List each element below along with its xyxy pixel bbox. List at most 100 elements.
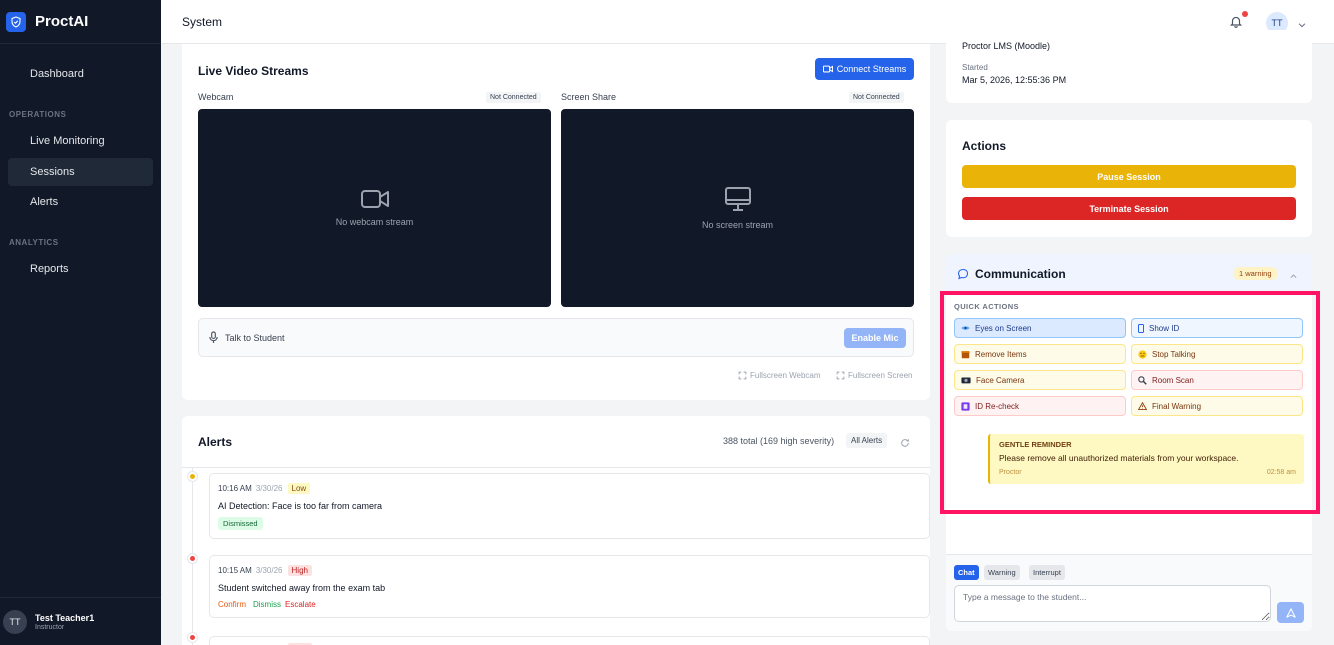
- divider: [182, 467, 930, 468]
- chat-bubble-icon: [957, 267, 969, 285]
- webcam-status-badge: Not Connected: [486, 92, 541, 103]
- quick-action-label: ID Re-check: [975, 401, 1020, 411]
- avatar: TT: [3, 609, 27, 634]
- quick-action-id-recheck[interactable]: ID Re-check: [954, 396, 1126, 416]
- chevron-up-icon[interactable]: [1289, 268, 1298, 286]
- alert-date: 3/30/26: [255, 484, 283, 493]
- sidebar-item-dashboard[interactable]: Dashboard: [8, 60, 153, 88]
- tab-chat[interactable]: Chat: [954, 565, 979, 580]
- alert-time: 10:16 AM: [218, 484, 252, 493]
- warning-count-badge: 1 warning: [1233, 267, 1278, 280]
- pause-session-button[interactable]: Pause Session: [962, 165, 1296, 188]
- reminder-title: GENTLE REMINDER: [999, 440, 1072, 449]
- expand-icon: [738, 371, 747, 380]
- quick-action-label: Final Warning: [1152, 401, 1202, 411]
- actions-title: Actions: [962, 139, 1007, 153]
- quick-action-label: Remove Items: [975, 349, 1027, 359]
- sidebar-item-sessions[interactable]: Sessions: [8, 158, 153, 186]
- confirm-link[interactable]: Confirm: [218, 600, 246, 609]
- fullscreen-webcam-link[interactable]: Fullscreen Webcam: [738, 371, 821, 380]
- user-profile[interactable]: TT Test Teacher1 Instructor: [0, 597, 161, 645]
- alert-time: 10:15 AM: [218, 566, 252, 575]
- webcam-stream[interactable]: No webcam stream: [198, 109, 551, 307]
- severity-badge: Low: [287, 483, 311, 494]
- video-camera-icon: [360, 190, 389, 208]
- started-label: Started: [962, 63, 988, 72]
- timeline-dot-high: [188, 554, 197, 563]
- quick-action-label: Stop Talking: [1152, 349, 1196, 359]
- send-icon: [1285, 607, 1296, 618]
- message-composer: Chat Warning Interrupt: [946, 554, 1312, 631]
- fullscreen-webcam-label: Fullscreen Webcam: [750, 371, 821, 380]
- shield-logo-icon: [6, 11, 26, 32]
- quick-action-face-camera[interactable]: Face Camera: [954, 370, 1126, 390]
- reminder-text: Please remove all unauthorized materials…: [999, 453, 1239, 463]
- quick-action-eyes-on-screen[interactable]: Eyes on Screen: [954, 318, 1126, 338]
- connect-streams-label: Connect Streams: [836, 64, 907, 74]
- eye-icon: [961, 326, 970, 330]
- magnifier-icon: [1138, 375, 1147, 385]
- user-role: Instructor: [35, 623, 65, 631]
- microphone-icon: [209, 331, 218, 343]
- communication-title: Communication: [975, 267, 1066, 281]
- section-operations: OPERATIONS: [9, 110, 67, 119]
- monitor-icon: [724, 187, 751, 211]
- communication-card: Communication 1 warning QUICK ACTIONS Ey…: [946, 254, 1312, 631]
- alert-item[interactable]: [209, 636, 930, 645]
- tab-warning[interactable]: Warning: [984, 565, 1020, 580]
- quick-action-label: Show ID: [1149, 323, 1180, 333]
- send-button[interactable]: [1277, 602, 1304, 623]
- alert-title: AI Detection: Face is too far from camer…: [218, 501, 383, 511]
- reminder-time: 02:58 am: [1266, 469, 1296, 476]
- quick-action-final-warning[interactable]: Final Warning: [1131, 396, 1303, 416]
- sidebar-item-reports[interactable]: Reports: [8, 255, 153, 283]
- enable-mic-button[interactable]: Enable Mic: [844, 328, 906, 348]
- terminate-session-button[interactable]: Terminate Session: [962, 197, 1296, 220]
- face-icon: [1138, 349, 1147, 359]
- started-value: Mar 5, 2026, 12:55:36 PM: [962, 75, 1067, 85]
- webcam-label: Webcam: [198, 92, 234, 102]
- sidebar: ProctAI Dashboard OPERATIONS Live Monito…: [0, 0, 161, 645]
- connect-streams-button[interactable]: Connect Streams: [815, 58, 914, 80]
- message-input[interactable]: [954, 585, 1271, 622]
- escalate-link[interactable]: Escalate: [285, 600, 316, 609]
- fullscreen-screen-link[interactable]: Fullscreen Screen: [836, 371, 912, 380]
- screen-share-stream[interactable]: No screen stream: [561, 109, 914, 307]
- app-name: ProctAI: [35, 13, 89, 30]
- video-streams-card: Live Video Streams Connect Streams Webca…: [182, 44, 930, 400]
- dismiss-link[interactable]: Dismiss: [253, 600, 281, 609]
- screen-share-label: Screen Share: [561, 92, 617, 102]
- section-analytics: ANALYTICS: [9, 238, 59, 247]
- alerts-summary: 388 total (169 high severity): [723, 436, 835, 446]
- communication-header[interactable]: Communication 1 warning: [946, 254, 1312, 291]
- sidebar-item-live-monitoring[interactable]: Live Monitoring: [8, 127, 153, 155]
- id-badge-icon: [961, 401, 970, 411]
- screen-empty-text: No screen stream: [701, 220, 774, 230]
- page-title: System: [182, 14, 223, 29]
- alert-item[interactable]: 10:16 AM 3/30/26 Low AI Detection: Face is…: [209, 473, 930, 539]
- session-info-card: Proctor LMS (Moodle) Started Mar 5, 2026…: [946, 30, 1312, 103]
- reminder-sender: Proctor: [999, 469, 1022, 476]
- video-streams-title: Live Video Streams: [198, 64, 309, 78]
- sidebar-item-alerts[interactable]: Alerts: [8, 188, 153, 216]
- quick-action-stop-talking[interactable]: Stop Talking: [1131, 344, 1303, 364]
- tab-interrupt[interactable]: Interrupt: [1029, 565, 1065, 580]
- quick-action-room-scan[interactable]: Room Scan: [1131, 370, 1303, 390]
- notification-dot: [1242, 11, 1248, 17]
- quick-action-show-id[interactable]: Show ID: [1131, 318, 1303, 338]
- quick-action-remove-items[interactable]: Remove Items: [954, 344, 1126, 364]
- fullscreen-screen-label: Fullscreen Screen: [848, 371, 913, 380]
- talk-to-student-label: Talk to Student: [225, 332, 285, 343]
- reminder-message: GENTLE REMINDER Please remove all unauth…: [988, 434, 1304, 484]
- status-badge: Dismissed: [218, 517, 263, 530]
- all-alerts-filter[interactable]: All Alerts: [846, 433, 888, 448]
- actions-card: Actions Pause Session Terminate Session: [946, 120, 1312, 237]
- id-card-icon: [1138, 323, 1144, 333]
- quick-action-label: Face Camera: [976, 375, 1025, 385]
- refresh-icon[interactable]: [900, 435, 910, 453]
- alert-title: Student switched away from the exam tab: [218, 583, 386, 593]
- brand[interactable]: ProctAI: [0, 0, 161, 44]
- session-platform: Proctor LMS (Moodle): [962, 41, 1051, 51]
- alert-item[interactable]: 10:15 AM 3/30/26 High Student switched awa…: [209, 555, 930, 618]
- user-name: Test Teacher1: [35, 612, 95, 623]
